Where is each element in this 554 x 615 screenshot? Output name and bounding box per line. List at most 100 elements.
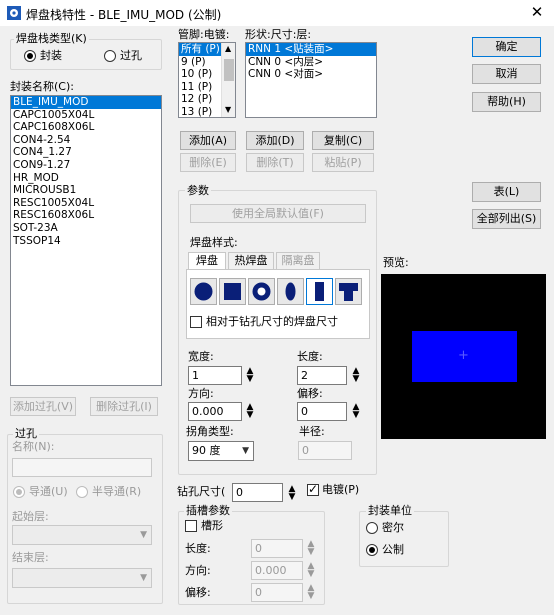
slot-offset-spinner[interactable]: ▲ ▼ <box>306 584 316 601</box>
slot-length-input[interactable]: 0 <box>251 539 303 558</box>
pins-scrollbar[interactable]: ▲ ▼ <box>221 43 235 117</box>
slot-length-label: 长度: <box>185 542 211 555</box>
slotted-label: 槽形 <box>201 519 223 532</box>
drill-size-input[interactable]: 0 <box>232 483 283 502</box>
offset-spinner[interactable]: ▲ ▼ <box>351 403 361 420</box>
list-item[interactable]: RNN 1 <贴装面> <box>246 43 376 56</box>
window-title: 焊盘栈特性 - BLE_IMU_MOD (公制) <box>26 8 222 22</box>
add-pin-button[interactable]: 添加(A) <box>180 131 236 150</box>
plated-label: 电镀(P) <box>322 483 360 496</box>
via-name-label: 名称(N): <box>12 440 55 453</box>
via-name-input[interactable] <box>12 458 152 477</box>
params-title: 参数 <box>185 184 211 198</box>
slot-length-spinner[interactable]: ▲ ▼ <box>306 540 316 557</box>
list-item[interactable]: CNN 0 <内层> <box>246 56 376 69</box>
use-global-defaults-button[interactable]: 使用全局默认值(F) <box>190 204 366 223</box>
cancel-button[interactable]: 取消 <box>472 64 541 84</box>
add-via-button[interactable]: 添加过孔(V) <box>10 397 76 416</box>
pad-stack-icon <box>7 6 21 20</box>
slot-direction-spinner[interactable]: ▲ ▼ <box>306 562 316 579</box>
end-layer-label: 结束层: <box>12 551 49 564</box>
finger-shape-button[interactable] <box>335 278 362 305</box>
relative-drill-label: 相对于钻孔尺寸的焊盘尺寸 <box>206 315 338 328</box>
plated-checkbox[interactable] <box>307 482 319 496</box>
radius-label: 半径: <box>299 425 325 438</box>
offset-input[interactable]: 0 <box>297 402 347 421</box>
drill-size-spinner[interactable]: ▲ ▼ <box>287 485 297 502</box>
radio-mil[interactable] <box>366 522 378 534</box>
preview-label: 预览: <box>383 256 409 269</box>
relative-drill-checkbox[interactable] <box>190 316 202 328</box>
add-shape-button[interactable]: 添加(D) <box>246 131 304 150</box>
slot-offset-label: 偏移: <box>185 586 211 599</box>
list-item[interactable]: CAPC1005X04L <box>11 109 161 122</box>
ok-button[interactable]: 确定 <box>472 37 541 57</box>
tab-antipad[interactable]: 隔离盘 <box>276 252 320 270</box>
list-item[interactable]: RESC1005X04L <box>11 197 161 210</box>
length-input[interactable]: 2 <box>297 366 347 385</box>
list-all-button[interactable]: 全部列出(S) <box>472 209 541 229</box>
units-title: 封装单位 <box>366 504 414 518</box>
radio-semi-through[interactable] <box>76 486 88 498</box>
radio-footprint[interactable] <box>24 50 36 62</box>
length-spinner[interactable]: ▲ ▼ <box>351 367 361 384</box>
list-item[interactable]: 所有 (P) <box>179 43 221 56</box>
list-item[interactable]: HR_MOD <box>11 172 161 185</box>
scrollbar-thumb[interactable] <box>224 59 234 81</box>
paste-shape-button[interactable]: 粘贴(P) <box>312 153 374 172</box>
list-item[interactable]: CON4_1.27 <box>11 146 161 159</box>
pad-style-label: 焊盘样式: <box>190 236 238 249</box>
list-item[interactable]: BLE_IMU_MOD <box>11 96 161 109</box>
tab-thermal[interactable]: 热焊盘 <box>228 252 274 270</box>
list-item[interactable]: MICROUSB1 <box>11 184 161 197</box>
list-item[interactable]: CON4-2.54 <box>11 134 161 147</box>
shapes-label: 形状:尺寸:层: <box>245 28 312 41</box>
direction-input[interactable]: 0.000 <box>188 402 242 421</box>
oval-icon <box>285 282 296 301</box>
radio-metric[interactable] <box>366 544 378 556</box>
width-spinner[interactable]: ▲ ▼ <box>245 367 255 384</box>
width-input[interactable]: 1 <box>188 366 242 385</box>
delete-pin-button[interactable]: 删除(E) <box>180 153 236 172</box>
corner-type-select[interactable]: 90 度 ▼ <box>188 441 254 461</box>
oval-shape-button[interactable] <box>277 278 304 305</box>
annular-shape-button[interactable] <box>248 278 275 305</box>
table-button[interactable]: 表(L) <box>472 182 541 202</box>
chevron-down-icon[interactable]: ▼ <box>225 105 231 114</box>
slot-group-title: 插槽参数 <box>184 504 232 518</box>
chevron-up-icon[interactable]: ▲ <box>225 44 231 53</box>
copy-shape-button[interactable]: 复制(C) <box>312 131 374 150</box>
delete-via-button[interactable]: 删除过孔(I) <box>90 397 158 416</box>
footprint-name-label: 封装名称(C): <box>10 80 74 93</box>
rectangle-shape-button[interactable] <box>306 278 333 305</box>
slot-offset-input[interactable]: 0 <box>251 583 303 602</box>
list-item[interactable]: CAPC1608X06L <box>11 121 161 134</box>
slot-direction-input[interactable]: 0.000 <box>251 561 303 580</box>
start-layer-select[interactable]: ▼ <box>12 525 152 545</box>
delete-shape-button[interactable]: 删除(T) <box>246 153 304 172</box>
square-shape-button[interactable] <box>219 278 246 305</box>
help-button[interactable]: 帮助(H) <box>472 92 541 112</box>
width-label: 宽度: <box>188 350 214 363</box>
radio-through[interactable] <box>13 486 25 498</box>
tab-pad[interactable]: 焊盘 <box>188 252 226 270</box>
offset-label: 偏移: <box>297 387 323 400</box>
slotted-checkbox[interactable] <box>185 520 197 532</box>
list-item[interactable]: CNN 0 <对面> <box>246 68 376 81</box>
list-item[interactable]: SOT-23A <box>11 222 161 235</box>
pins-list[interactable]: 所有 (P) 9 (P) 10 (P) 11 (P) 12 (P) 13 (P)… <box>178 42 236 118</box>
radius-input[interactable]: 0 <box>298 441 352 460</box>
round-shape-button[interactable] <box>190 278 217 305</box>
radio-mil-label: 密尔 <box>382 521 404 534</box>
footprint-list[interactable]: BLE_IMU_MOD CAPC1005X04L CAPC1608X06L CO… <box>10 95 162 386</box>
radio-via[interactable] <box>104 50 116 62</box>
end-layer-select[interactable]: ▼ <box>12 568 152 588</box>
shapes-list[interactable]: RNN 1 <贴装面> CNN 0 <内层> CNN 0 <对面> <box>245 42 377 118</box>
list-item[interactable]: TSSOP14 <box>11 235 161 248</box>
close-icon[interactable]: ✕ <box>524 1 550 23</box>
radio-metric-label: 公制 <box>382 543 404 556</box>
list-item[interactable]: CON9-1.27 <box>11 159 161 172</box>
list-item[interactable]: RESC1608X06L <box>11 209 161 222</box>
via-group-title: 过孔 <box>13 427 39 441</box>
direction-spinner[interactable]: ▲ ▼ <box>245 403 255 420</box>
